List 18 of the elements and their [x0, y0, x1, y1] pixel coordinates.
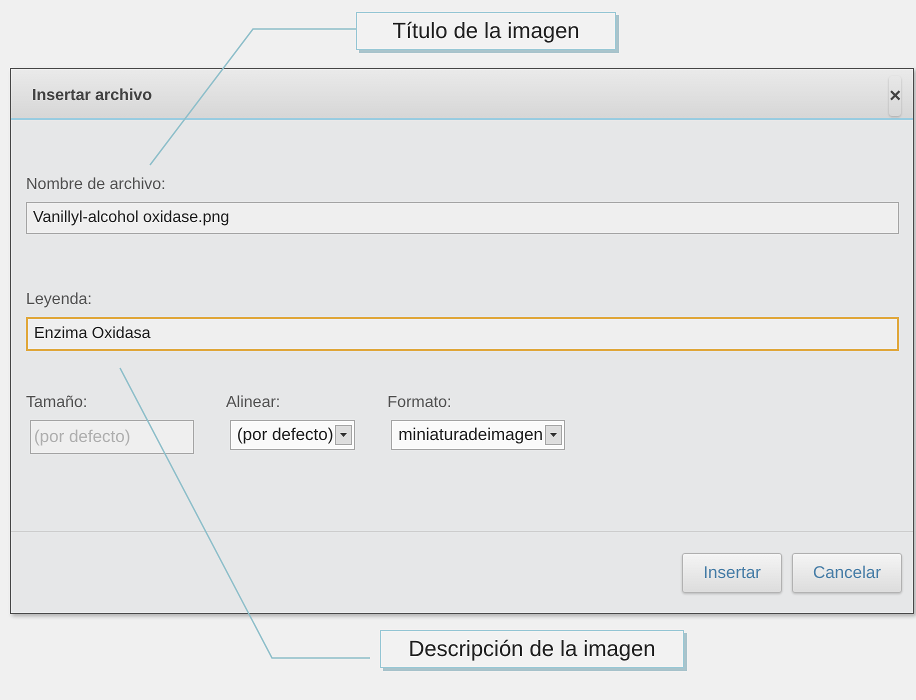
dropdown[interactable]: miniaturadeimagen [391, 420, 565, 450]
field-label: Leyenda: [26, 291, 93, 309]
dialog-button[interactable]: Insertar [682, 553, 782, 593]
field-label: Tamaño: [26, 394, 88, 412]
field-label: Formato: [387, 394, 452, 412]
callout-label: Título de la imagen [356, 12, 616, 50]
dialog-button[interactable]: Cancelar [792, 553, 902, 593]
caret-icon [544, 425, 562, 445]
caret-icon [335, 425, 352, 445]
close-button[interactable]: × [889, 76, 901, 116]
dropdown[interactable]: (por defecto) [230, 420, 356, 450]
input-field[interactable]: Enzima Oxidasa [26, 317, 899, 351]
field-label: Nombre de archivo: [26, 176, 167, 194]
callout-label: Descripción de la imagen [380, 630, 684, 668]
input-field[interactable]: Vanillyl-alcohol oxidase.png [26, 202, 899, 234]
input-field[interactable]: (por defecto) [30, 420, 194, 454]
dialog-title: Insertar archivo [32, 86, 152, 104]
field-label: Alinear: [226, 394, 282, 412]
